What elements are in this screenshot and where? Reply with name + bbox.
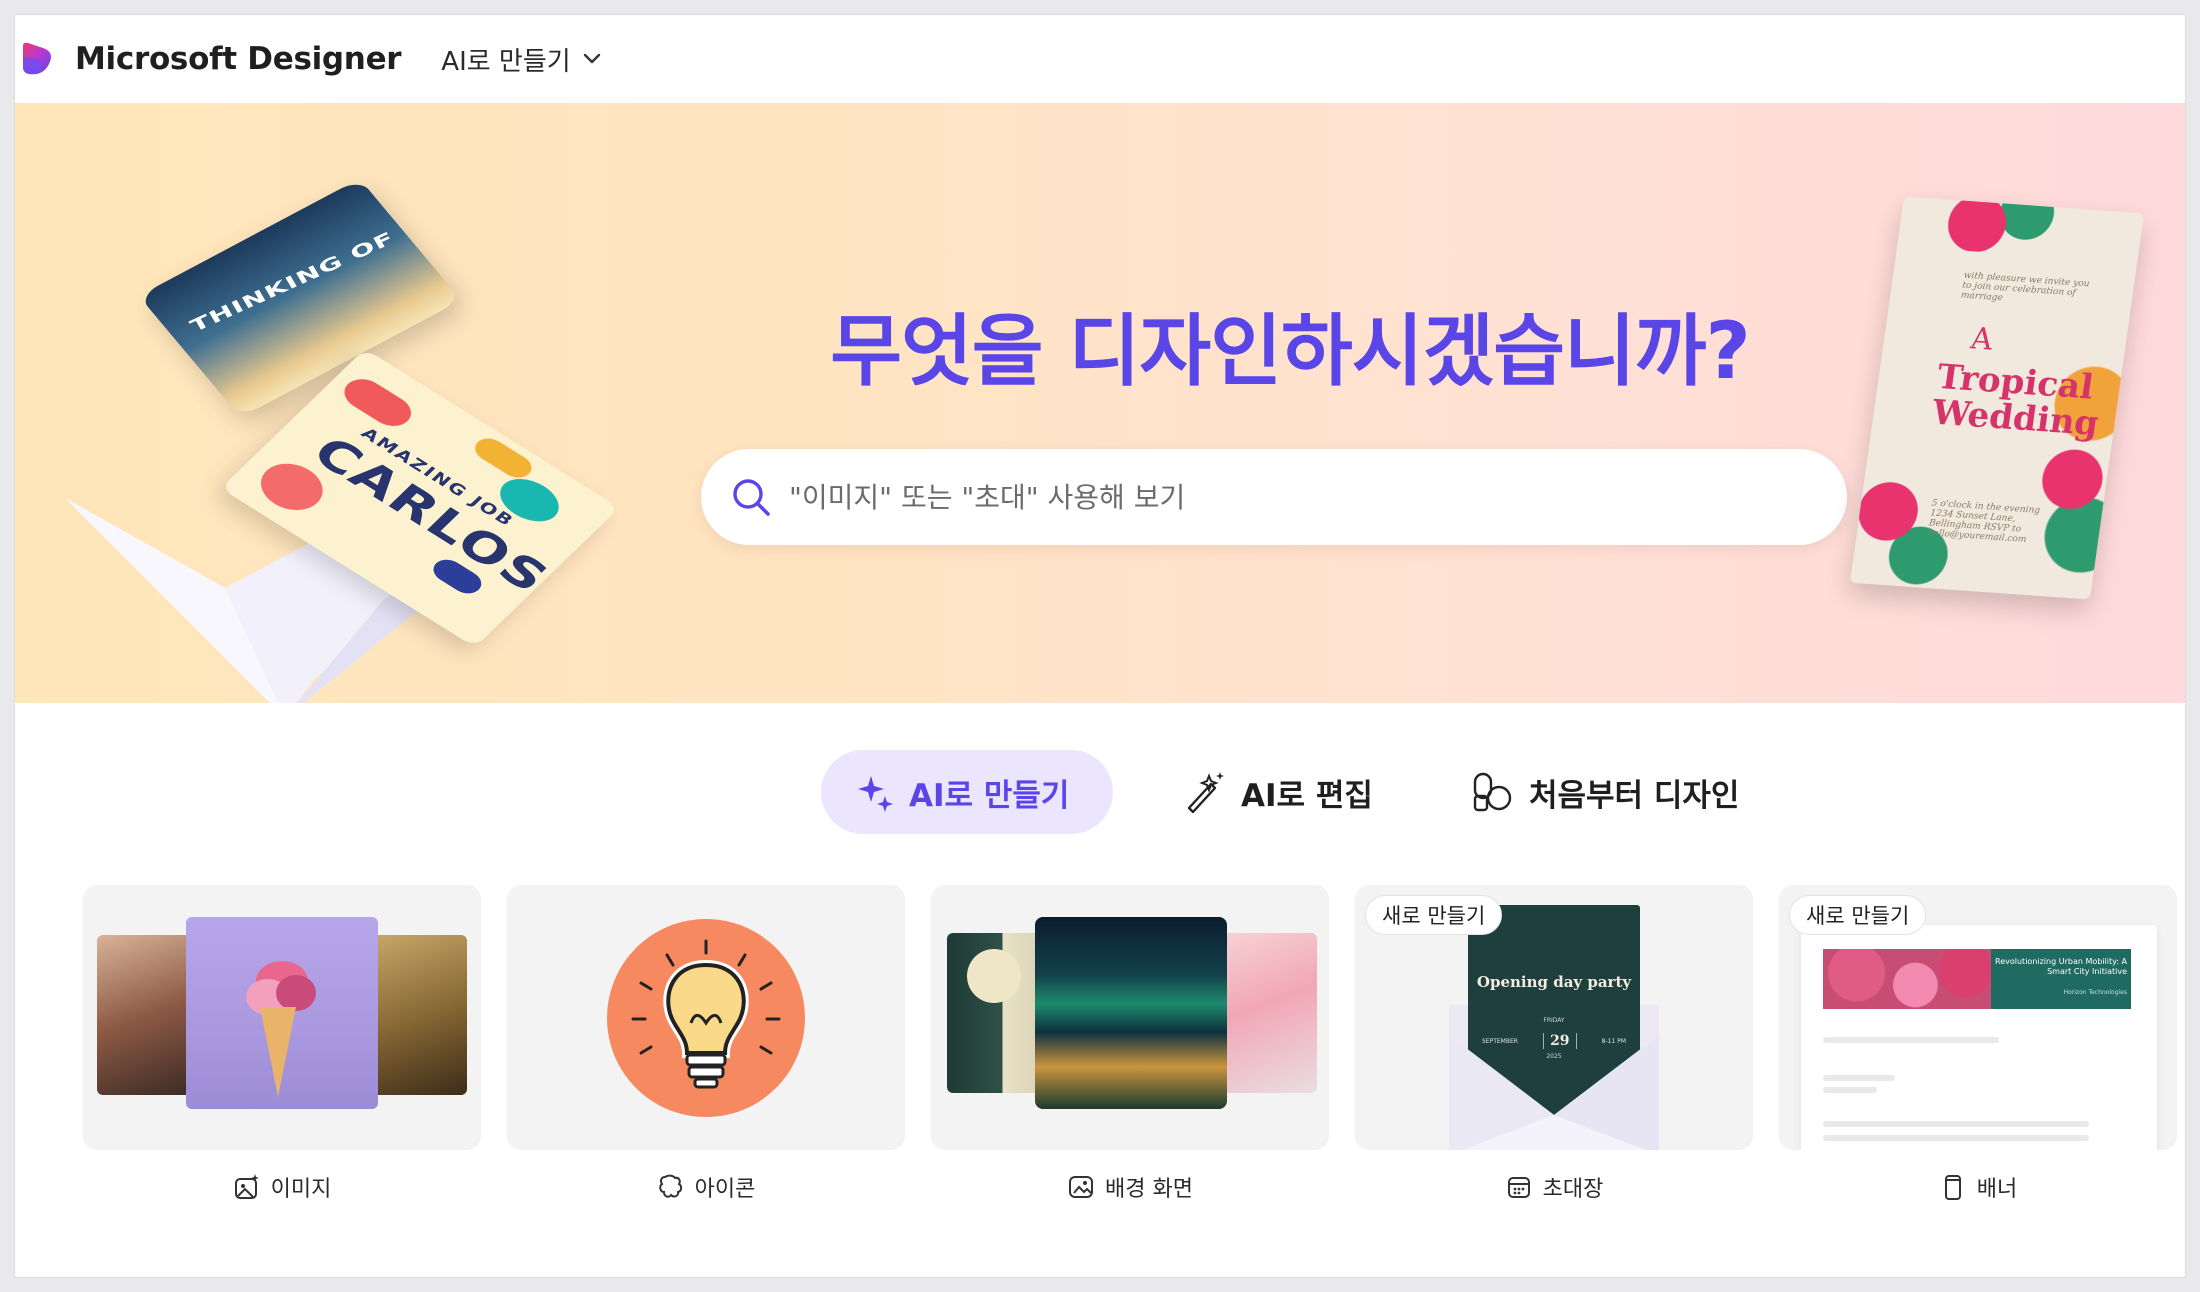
category-banner-label: 배너 [1976,1177,2018,1202]
invitation-preview-weekday: FRIDAY [1543,1017,1565,1024]
app-window: Microsoft Designer AI로 만들기 THINKING OF Y… [14,14,2186,1278]
invitation-preview-title: Opening day party [1476,973,1632,991]
tab-ai-edit[interactable]: AI로 편집 [1149,750,1407,834]
search-icon [733,479,770,516]
wedding-card-title-a: A [1968,321,1996,358]
category-icon-label: 아이콘 [694,1177,756,1202]
tab-ai-create-label: AI로 만들기 [909,777,1070,814]
wedding-card-details: 5 o'clock in the evening 1234 Sunset Lan… [1926,498,2041,545]
wallpaper-icon [1069,1176,1094,1198]
wedding-card-invite-text: with pleasure we invite you to join our … [1960,270,2091,304]
mode-dropdown-label: AI로 만들기 [441,46,571,77]
tropical-wedding-card: with pleasure we invite you to join our … [1849,196,2145,600]
category-wallpaper-label: 배경 화면 [1105,1177,1193,1202]
category-invitation-caption: 초대장 [1355,1172,1753,1202]
new-badge: 새로 만들기 [1789,895,1927,935]
tab-design-from-scratch[interactable]: 처음부터 디자인 [1437,750,1773,834]
mode-dropdown[interactable]: AI로 만들기 [441,41,600,78]
banner-preview-heading: Revolutionizing Urban Mobility: A Smart … [1995,957,2127,976]
category-image-label: 이미지 [270,1177,332,1202]
wallpaper-category-preview [931,885,1329,1150]
banner-category-preview: Revolutionizing Urban Mobility: A Smart … [1779,885,2177,1150]
category-image[interactable]: 이미지 [83,885,481,1202]
image-sparkle-icon [234,1174,259,1199]
image-category-preview [83,885,481,1150]
category-icon-caption: 아이콘 [507,1172,905,1202]
invitation-category-preview: Opening day party FRIDAY SEPTEMBER 29 8-… [1355,885,1753,1150]
phone-banner-icon [1944,1175,1961,1200]
brand-name[interactable]: Microsoft Designer [75,41,402,77]
category-wallpaper-caption: 배경 화면 [931,1172,1329,1202]
tab-design-from-scratch-label: 처음부터 디자인 [1529,777,1740,814]
category-banner[interactable]: Revolutionizing Urban Mobility: A Smart … [1779,885,2177,1202]
envelope-front [1449,1035,1659,1150]
shapes-icon [1473,772,1512,812]
category-icon[interactable]: 아이콘 [507,885,905,1202]
category-wallpaper[interactable]: 배경 화면 [931,885,1329,1202]
category-image-caption: 이미지 [83,1172,481,1202]
lightbulb-icon [631,939,781,1089]
banner-preview-sub: Horizon Technologies [2063,989,2127,996]
hero-title: 무엇을 디자인하시겠습니까? [830,307,1751,397]
new-badge: 새로 만들기 [1365,895,1503,935]
sky-card-text: THINKING OF YOU [186,194,462,337]
sparkle-icon [858,776,893,812]
calendar-icon [1507,1177,1530,1198]
category-invitation[interactable]: Opening day party FRIDAY SEPTEMBER 29 8-… [1355,885,1753,1202]
magic-wand-icon [1187,772,1224,814]
icon-category-preview [507,885,905,1150]
top-bar: Microsoft Designer AI로 만들기 [15,15,2185,103]
tab-ai-edit-label: AI로 편집 [1241,777,1373,814]
icon-shape-icon [658,1174,682,1198]
category-banner-caption: 배너 [1779,1172,2177,1202]
designer-logo-icon[interactable] [19,40,57,78]
search-bar[interactable] [701,449,1847,545]
hero-banner: THINKING OF YOU AMAZING JOB CARLOS 무엇을 디… [15,103,2185,703]
create-mode-tabs: AI로 만들기 AI로 편집 처음부터 디자인 [15,750,2185,836]
wedding-card-title: Tropical Wedding [1929,357,2102,444]
category-invitation-label: 초대장 [1542,1177,1604,1202]
search-input[interactable] [789,480,1789,514]
tab-ai-create[interactable]: AI로 만들기 [821,750,1113,834]
chevron-down-icon [583,53,600,64]
